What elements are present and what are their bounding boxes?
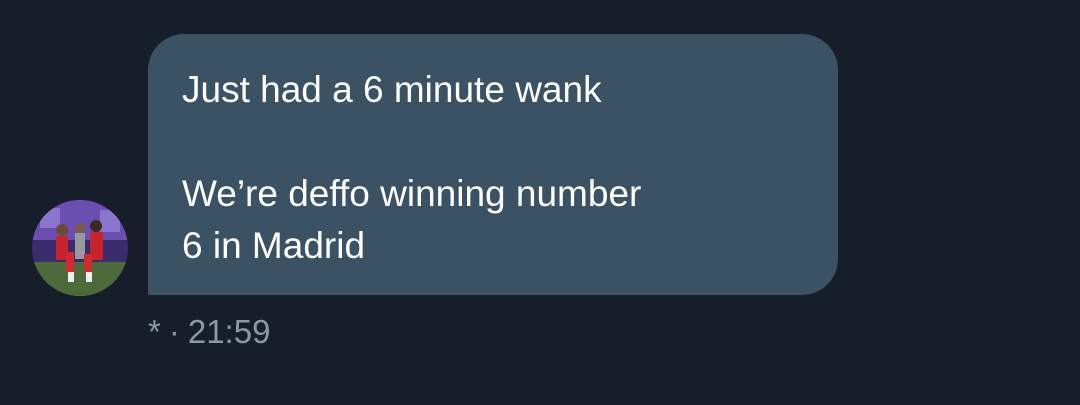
message-line-3: 6 in Madrid [182, 225, 366, 266]
message-line-2: We’re deffo winning number [182, 173, 642, 214]
meta-separator: · [168, 313, 180, 350]
message-timestamp: 21:59 [187, 313, 271, 350]
message-meta: * · 21:59 [148, 310, 270, 354]
message-bubble[interactable]: Just had a 6 minute wank We’re deffo win… [148, 34, 838, 295]
message-line-1: Just had a 6 minute wank [182, 69, 602, 110]
message-status: * [148, 313, 161, 350]
avatar-photo [32, 200, 128, 296]
sender-avatar[interactable] [32, 200, 128, 296]
